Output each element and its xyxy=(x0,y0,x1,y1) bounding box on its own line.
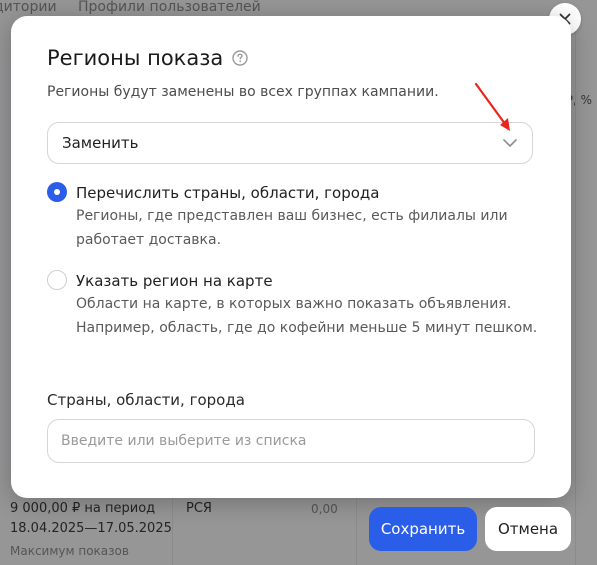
mode-select[interactable]: Заменить xyxy=(47,122,533,164)
chevron-down-icon xyxy=(503,139,517,147)
help-icon[interactable] xyxy=(232,50,248,66)
mode-select-value: Заменить xyxy=(62,134,139,152)
option-label: Указать регион на карте xyxy=(76,272,273,290)
radio-list-regions[interactable] xyxy=(47,182,67,202)
option-text: Перечислить страны, области, города Реги… xyxy=(76,183,508,252)
modal-subtitle: Регионы будут заменены во всех группах к… xyxy=(47,84,439,100)
cancel-button[interactable]: Отмена xyxy=(485,507,571,551)
regions-modal: Регионы показа Регионы будут заменены во… xyxy=(11,16,571,498)
regions-input[interactable] xyxy=(47,419,535,463)
modal-title-row: Регионы показа xyxy=(47,46,248,70)
option-label: Перечислить страны, области, города xyxy=(76,184,380,202)
option-desc-line: Например, область, где до кофейни меньше… xyxy=(76,320,538,336)
option-desc-line: работает доставка. xyxy=(76,232,222,248)
option-desc-line: Области на карте, в которых важно показа… xyxy=(76,296,512,312)
regions-field-label: Страны, области, города xyxy=(47,391,245,409)
option-desc-line: Регионы, где представлен ваш бизнес, ест… xyxy=(76,208,508,224)
modal-title: Регионы показа xyxy=(47,46,224,70)
option-text: Указать регион на карте Области на карте… xyxy=(76,271,537,340)
radio-map-region[interactable] xyxy=(47,270,67,290)
option-map-region[interactable]: Указать регион на карте Области на карте… xyxy=(47,270,537,340)
save-button[interactable]: Сохранить xyxy=(369,507,477,551)
option-list-regions[interactable]: Перечислить страны, области, города Реги… xyxy=(47,182,508,252)
radio-dot xyxy=(54,189,60,195)
